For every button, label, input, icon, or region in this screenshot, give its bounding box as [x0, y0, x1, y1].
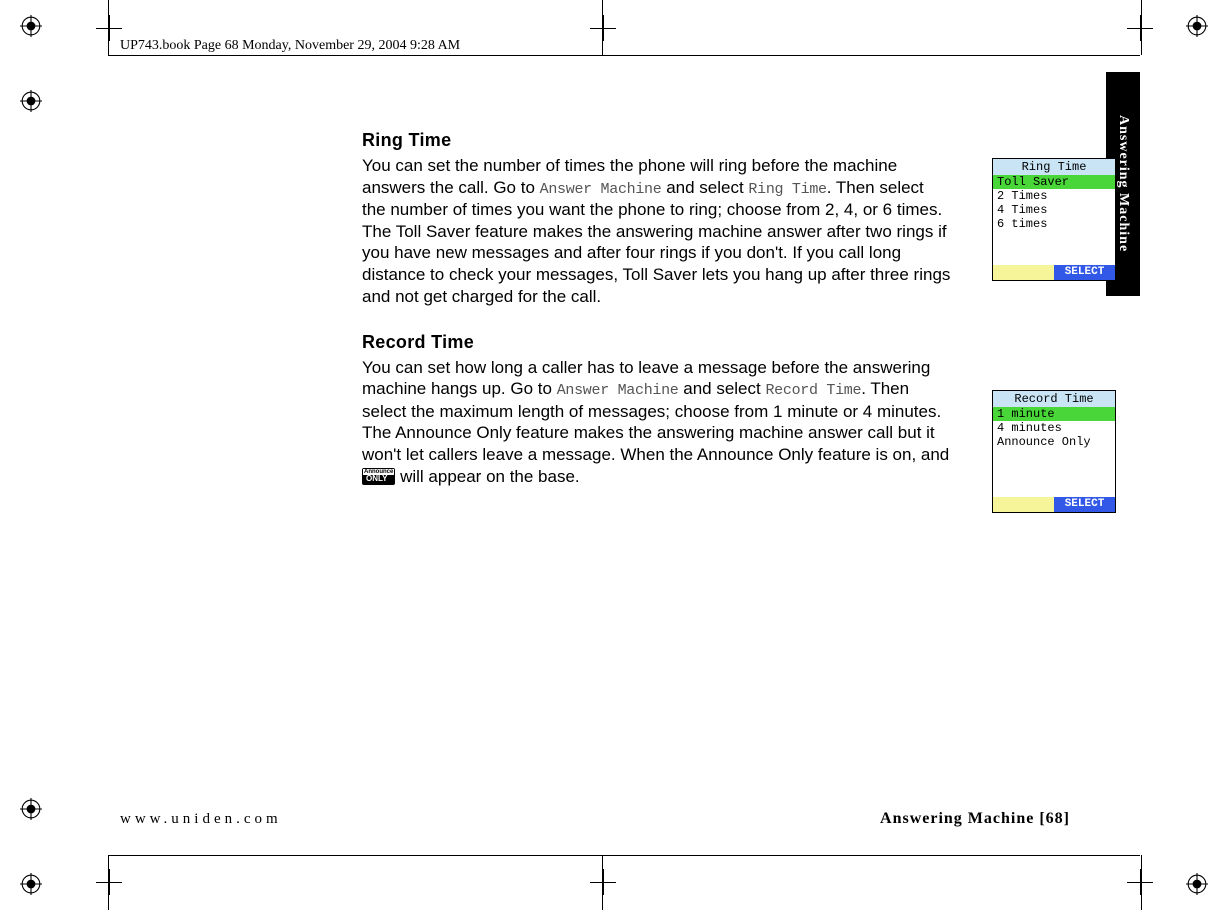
crop-mark-icon — [590, 869, 616, 895]
menu-path-inline: Ring Time — [748, 181, 826, 198]
crop-mark-icon — [96, 15, 122, 41]
reg-circle-icon — [20, 15, 42, 37]
rule — [1141, 0, 1142, 55]
lcd-title: Record Time — [993, 391, 1115, 407]
page-header: UP743.book Page 68 Monday, November 29, … — [120, 38, 460, 54]
footer-page-label: Answering Machine [68] — [880, 810, 1070, 828]
paragraph-ring-time: You can set the number of times the phon… — [362, 155, 952, 308]
crop-mark-icon — [590, 15, 616, 41]
crop-mark-icon — [96, 869, 122, 895]
rule — [602, 0, 603, 55]
reg-circle-icon — [20, 873, 42, 895]
menu-path-inline: Answer Machine — [557, 382, 679, 399]
lcd-item-selected: 1 minute — [993, 407, 1115, 421]
lcd-item: 4 Times — [993, 203, 1115, 217]
lcd-softkey-left — [993, 497, 1054, 512]
lcd-record-time: Record Time 1 minute 4 minutes Announce … — [992, 390, 1116, 513]
rule — [602, 855, 603, 910]
footer-url: www.uniden.com — [120, 811, 282, 828]
lcd-ring-time: Ring Time Toll Saver 2 Times 4 Times 6 t… — [992, 158, 1116, 281]
lcd-item: 2 Times — [993, 189, 1115, 203]
reg-circle-icon — [20, 798, 42, 820]
lcd-item-selected: Toll Saver — [993, 175, 1115, 189]
rule — [108, 855, 109, 910]
menu-path-inline: Record Time — [765, 382, 861, 399]
text: will appear on the base. — [400, 467, 580, 486]
reg-circle-icon — [1186, 15, 1208, 37]
lcd-item: 4 minutes — [993, 421, 1115, 435]
lcd-item: 6 times — [993, 217, 1115, 231]
text: and select — [661, 178, 748, 197]
rule — [108, 855, 1140, 856]
lcd-softkey-right: SELECT — [1054, 497, 1115, 512]
rule — [108, 0, 109, 55]
rule — [1141, 855, 1142, 910]
heading-record-time: Record Time — [362, 332, 952, 353]
menu-path-inline: Answer Machine — [540, 181, 662, 198]
lcd-softkey-left — [993, 265, 1054, 280]
rule — [108, 55, 1140, 56]
content-area: Ring Time You can set the number of time… — [362, 130, 952, 512]
text: and select — [679, 379, 766, 398]
reg-circle-icon — [20, 90, 42, 112]
paragraph-record-time: You can set how long a caller has to lea… — [362, 357, 952, 488]
reg-circle-icon — [1186, 873, 1208, 895]
heading-ring-time: Ring Time — [362, 130, 952, 151]
lcd-softkey-right: SELECT — [1054, 265, 1115, 280]
announce-only-icon: AnnounceONLY — [362, 468, 395, 485]
lcd-item: Announce Only — [993, 435, 1115, 449]
lcd-title: Ring Time — [993, 159, 1115, 175]
